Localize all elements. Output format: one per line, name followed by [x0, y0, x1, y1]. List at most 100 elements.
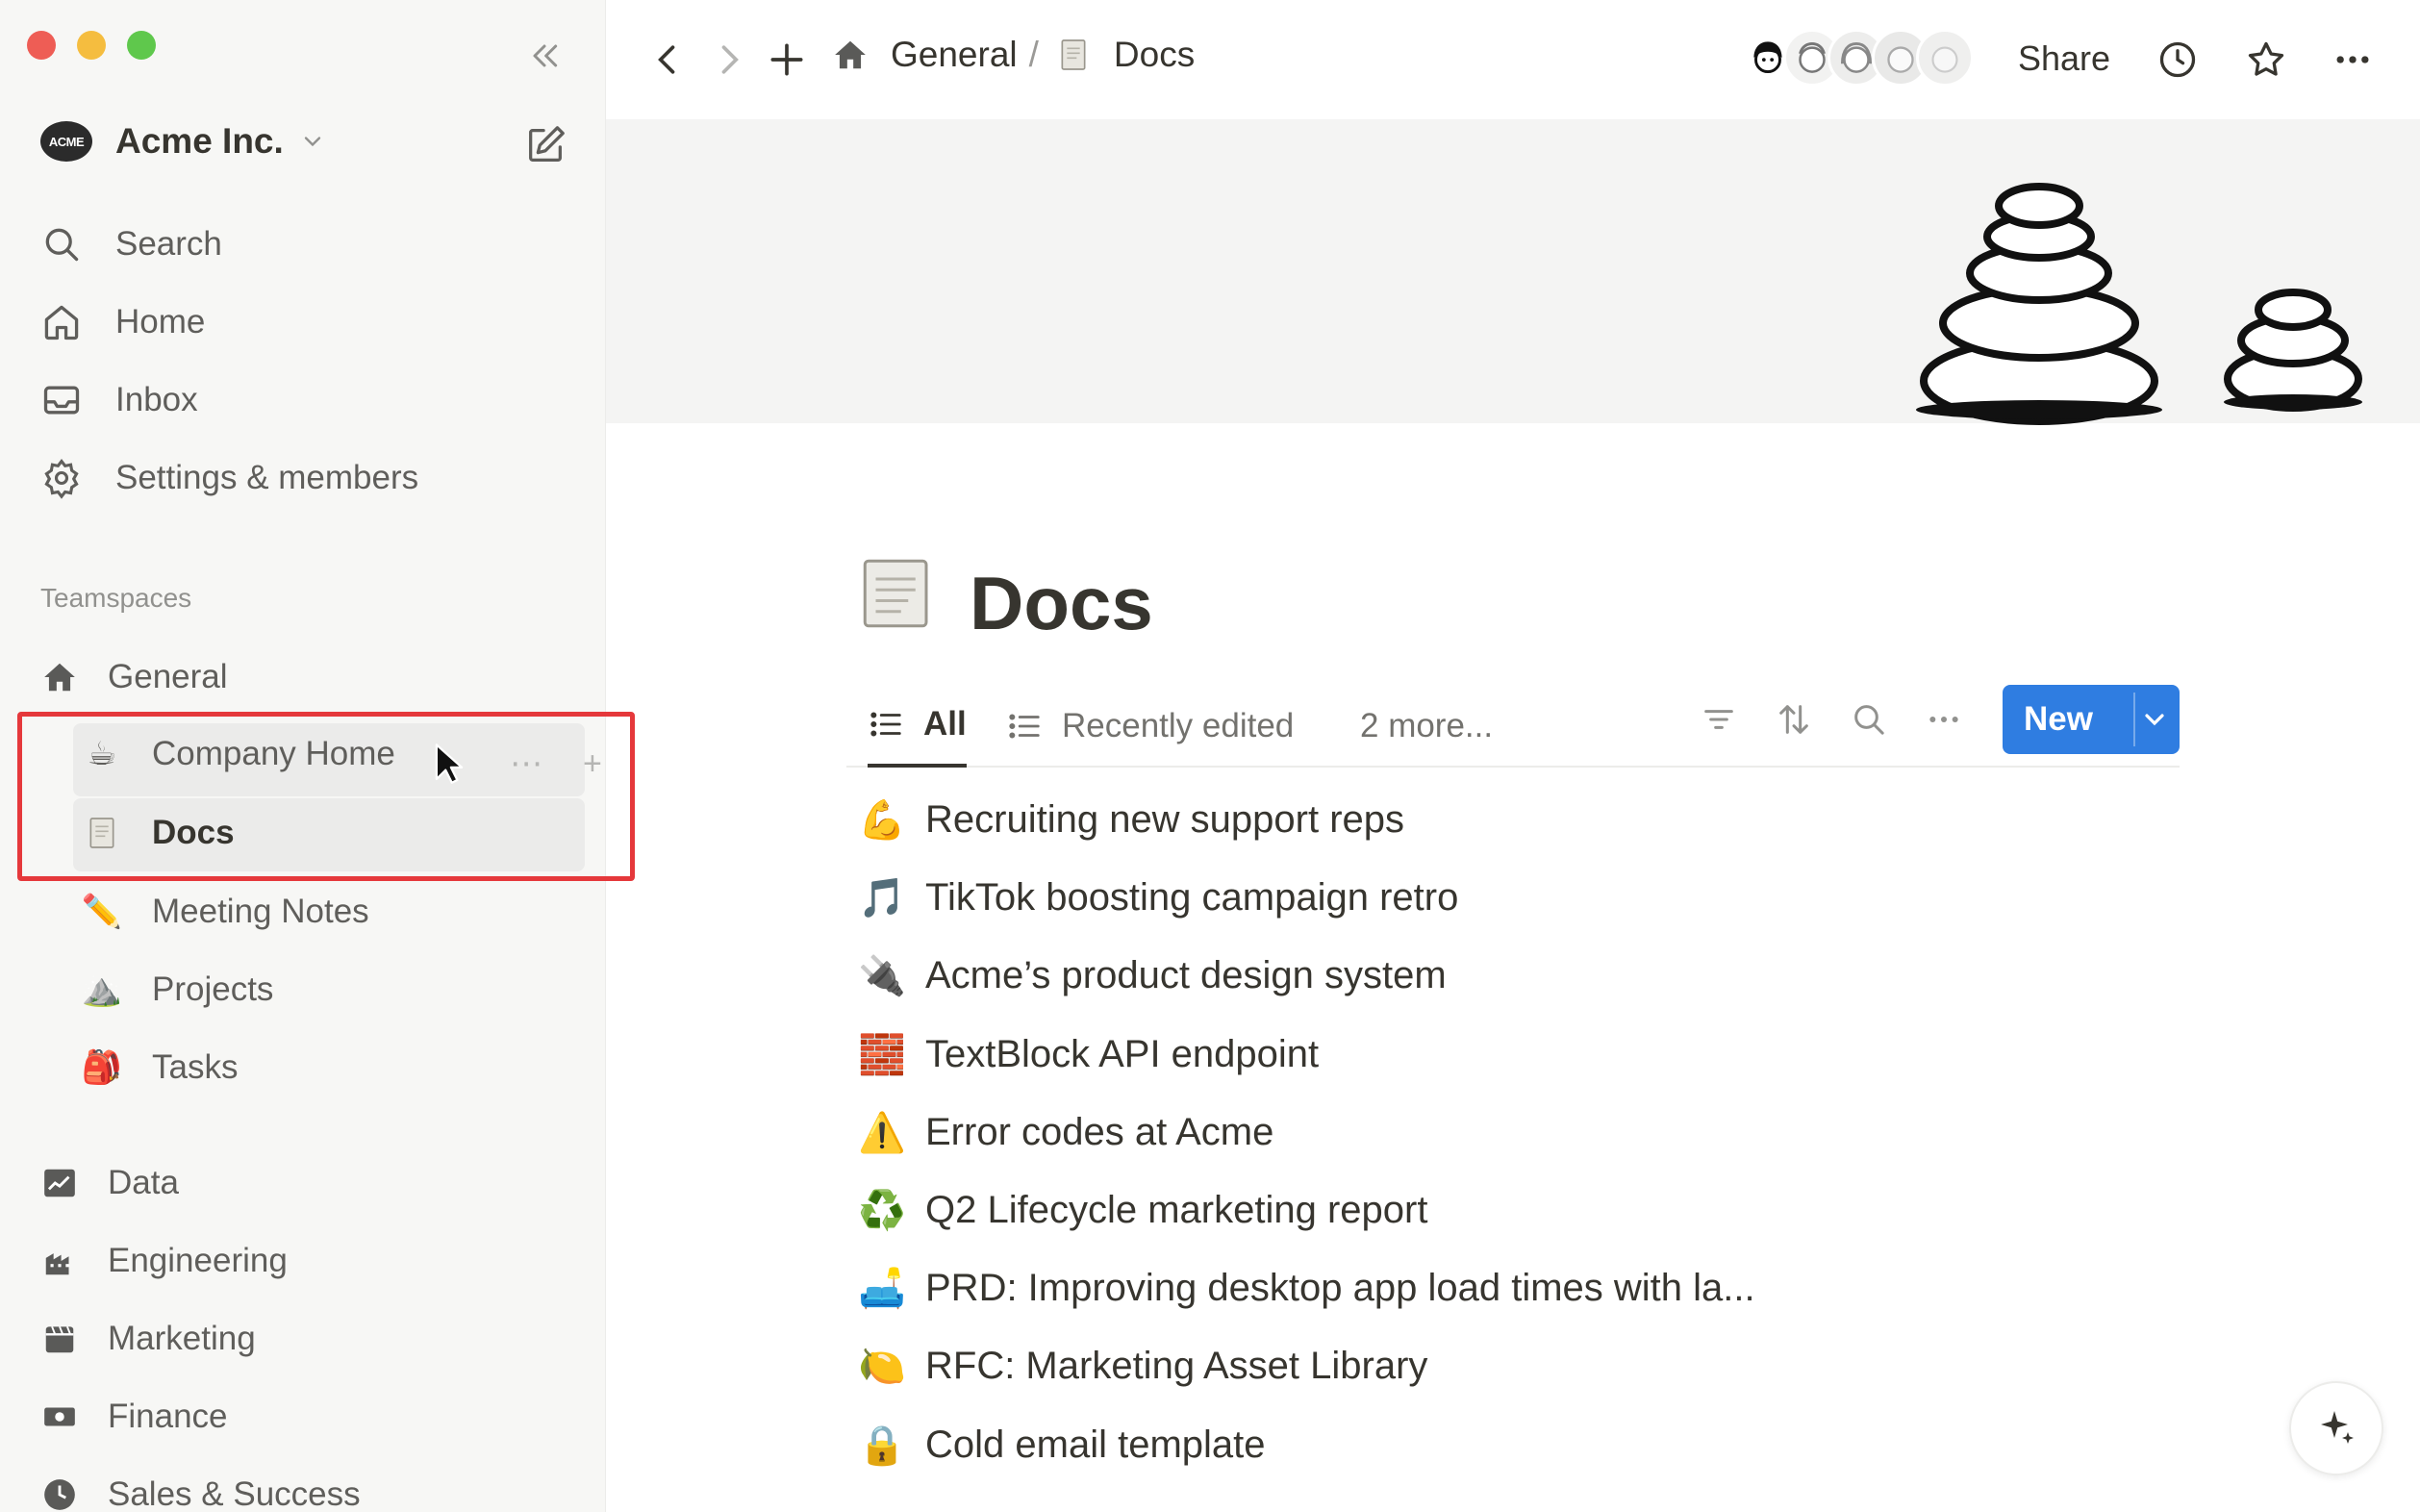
new-button-label: New [2024, 700, 2093, 738]
list-item-title: Error codes at Acme [925, 1110, 1274, 1153]
sort-icon[interactable] [1774, 699, 1814, 740]
window-controls [27, 31, 156, 60]
list-item[interactable]: ⚠️ Error codes at Acme [854, 1094, 2201, 1172]
sidebar-item-projects[interactable]: ⛰️ Projects [81, 955, 274, 1024]
add-subpage-icon[interactable]: + [583, 745, 602, 783]
filter-icon[interactable] [1699, 699, 1739, 740]
sidebar-item-meeting-notes[interactable]: ✏️ Meeting Notes [81, 877, 369, 946]
sidebar-item-engineering[interactable]: Engineering [38, 1226, 288, 1296]
nav-home-label: Home [115, 303, 206, 340]
sidebar-item-label: General [108, 658, 228, 695]
chevron-down-icon[interactable] [2139, 704, 2170, 735]
list-item[interactable]: 🧱 TextBlock API endpoint [854, 1016, 2201, 1094]
view-tab-more[interactable]: 2 more... [1360, 685, 1493, 768]
list-item[interactable]: 🔌 Acme’s product design system [854, 937, 2201, 1015]
breadcrumb-item-docs[interactable]: Docs [1054, 35, 1195, 75]
breadcrumb: General / Docs [831, 35, 1195, 75]
ai-assistant-button[interactable] [2289, 1381, 2383, 1475]
sidebar-item-marketing[interactable]: Marketing [38, 1304, 256, 1373]
breadcrumb-label: Docs [1113, 35, 1196, 74]
favorite-star-icon[interactable] [2245, 38, 2287, 81]
history-clock-icon[interactable] [2156, 38, 2199, 81]
couch-icon: 🛋️ [858, 1268, 906, 1311]
stacked-stones-illustration [1916, 183, 2362, 425]
warning-icon: ⚠️ [858, 1111, 906, 1154]
breadcrumb-label: General [891, 35, 1018, 74]
building-icon [38, 1240, 81, 1282]
sidebar-item-finance[interactable]: Finance [38, 1382, 228, 1451]
forward-arrow-icon[interactable] [708, 38, 750, 81]
collapse-sidebar-icon[interactable] [525, 37, 564, 75]
doc-list: 💪 Recruiting new support reps 🎵 TikTok b… [854, 781, 2201, 1484]
database-view-bar: All Recently edited 2 more... New [846, 685, 2180, 768]
new-button[interactable]: New [2003, 685, 2180, 754]
list-item[interactable]: 🔒 Cold email template [854, 1406, 2201, 1484]
nav-settings-label: Settings & members [115, 459, 419, 496]
scroll-icon[interactable] [854, 550, 941, 637]
view-tab-label: 2 more... [1360, 707, 1494, 744]
close-window-button[interactable] [27, 31, 56, 60]
more-options-icon[interactable]: ⋯ [510, 744, 542, 783]
new-button-divider [2133, 693, 2135, 746]
list-icon [870, 712, 901, 737]
sidebar-item-label: Data [108, 1164, 179, 1201]
plug-icon: 🔌 [858, 955, 906, 998]
new-page-icon[interactable] [523, 123, 567, 167]
sidebar-item-data[interactable]: Data [38, 1148, 179, 1218]
page-title[interactable]: Docs [970, 560, 1153, 647]
view-tab-all[interactable]: All [868, 685, 967, 768]
list-item[interactable]: ♻️ Q2 Lifecycle marketing report [854, 1172, 2201, 1249]
search-icon[interactable] [1849, 699, 1889, 740]
row-actions: ⋯ + [510, 744, 602, 783]
nav-home[interactable]: Home [40, 293, 205, 351]
chart-icon [38, 1162, 81, 1204]
nav-search[interactable]: Search [40, 215, 222, 273]
sidebar-item-tasks[interactable]: 🎒 Tasks [81, 1033, 239, 1102]
pencil-icon: ✏️ [81, 894, 123, 930]
more-options-icon[interactable] [2332, 38, 2374, 81]
share-button[interactable]: Share [2018, 38, 2110, 79]
list-item-title: Acme’s product design system [925, 954, 1447, 997]
more-options-icon[interactable] [1924, 699, 1964, 740]
view-tools [1699, 685, 1999, 754]
sidebar-item-label: Company Home [152, 735, 395, 772]
flexed-bicep-icon: 💪 [858, 799, 906, 843]
view-tab-recently-edited[interactable]: Recently edited [1006, 685, 1294, 768]
sidebar-item-docs[interactable]: Docs [81, 798, 235, 868]
page-cover[interactable] [606, 119, 2420, 425]
chevron-down-icon [304, 137, 320, 147]
mountain-icon: ⛰️ [81, 971, 123, 1008]
breadcrumb-item-general[interactable]: General [831, 35, 1018, 75]
backpack-icon: 🎒 [81, 1049, 123, 1086]
back-arrow-icon[interactable] [646, 38, 689, 81]
sidebar-item-sales-success[interactable]: Sales & Success [38, 1460, 361, 1512]
minimize-window-button[interactable] [77, 31, 106, 60]
home-icon [44, 305, 79, 340]
nav-search-label: Search [115, 225, 222, 263]
house-icon [831, 36, 870, 74]
sidebar-item-label: Docs [152, 814, 235, 851]
recycle-icon: ♻️ [858, 1190, 906, 1233]
clock-icon [38, 1474, 81, 1512]
sidebar-item-label: Finance [108, 1398, 228, 1435]
list-icon [1009, 714, 1040, 739]
house-icon [38, 656, 81, 698]
nav-inbox[interactable]: Inbox [40, 371, 198, 429]
list-item-title: TextBlock API endpoint [925, 1032, 1320, 1075]
list-item[interactable]: 🛋️ PRD: Improving desktop app load times… [854, 1249, 2201, 1327]
add-icon[interactable] [766, 38, 808, 81]
view-tab-label: All [923, 705, 967, 743]
sidebar-item-company-home[interactable]: ☕ Company Home [81, 719, 395, 789]
breadcrumb-separator: / [1028, 35, 1039, 74]
list-item[interactable]: 💪 Recruiting new support reps [854, 781, 2201, 859]
list-item[interactable]: 🎵 TikTok boosting campaign retro [854, 859, 2201, 937]
zoom-window-button[interactable] [127, 31, 156, 60]
sidebar-item-general[interactable]: General [38, 643, 228, 712]
collaborator-avatars[interactable] [1739, 29, 1974, 87]
inbox-icon [43, 386, 80, 415]
workspace-switcher[interactable]: ACME Acme Inc. [40, 121, 326, 162]
nav-inbox-label: Inbox [115, 381, 198, 418]
list-item-title: Cold email template [925, 1423, 1266, 1466]
list-item[interactable]: 🍋 RFC: Marketing Asset Library [854, 1327, 2201, 1405]
nav-settings[interactable]: Settings & members [40, 449, 418, 507]
